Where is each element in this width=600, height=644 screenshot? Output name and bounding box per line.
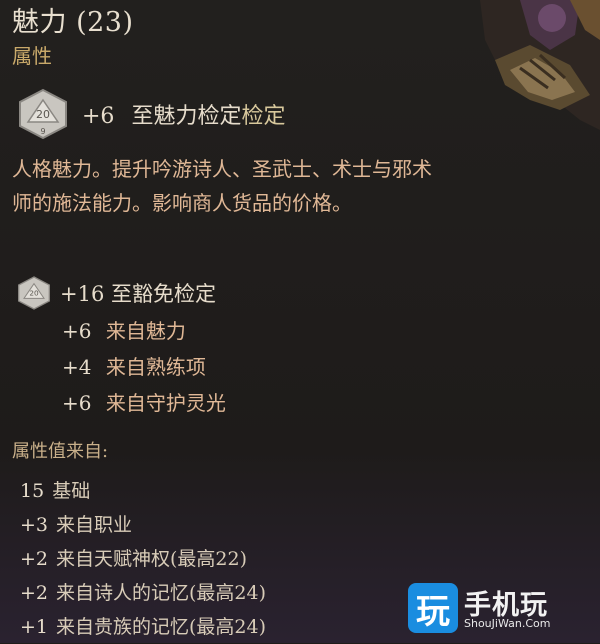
source-value: +2 bbox=[20, 548, 49, 570]
save-die-number: 20 bbox=[29, 289, 39, 298]
ability-check-label: 至魅力检定 bbox=[131, 104, 242, 129]
breakdown-value: +4 bbox=[62, 355, 92, 379]
attribute-type-label: 属性 bbox=[12, 44, 52, 68]
attribute-sources-list: 15 基础 +3 来自职业 +2 来自天赋神权(最高22) +2 来自诗人的记忆(最高2… bbox=[20, 474, 266, 644]
source-item: +1 来自贵族的记忆(最高24) bbox=[20, 610, 266, 644]
source-value: 15 bbox=[20, 480, 45, 502]
saving-throw-breakdown: +6 来自魅力 +4 来自熟练项 +6 来自守护灵光 bbox=[62, 313, 226, 421]
ability-check-row: 20 9 +6 至魅力检定检定 bbox=[16, 88, 285, 140]
ability-check-bonus: +6 bbox=[82, 104, 115, 129]
source-value: +3 bbox=[20, 514, 49, 536]
source-item: +2 来自诗人的记忆(最高24) bbox=[20, 576, 266, 610]
d20-die-icon: 20 9 bbox=[19, 88, 67, 140]
breakdown-item: +6 来自魅力 bbox=[62, 313, 226, 349]
breakdown-source: 来自熟练项 bbox=[105, 355, 206, 379]
breakdown-item: +4 来自熟练项 bbox=[62, 349, 226, 385]
sources-heading: 属性值来自: bbox=[12, 441, 109, 462]
tooltip-panel: 魅力 (23) 属性 20 9 +6 至魅力检定检定 人格魅力。提升吟游诗人、圣… bbox=[0, 0, 600, 643]
source-label: 来自诗人的记忆(最高24) bbox=[56, 582, 267, 604]
character-portrait-art bbox=[480, 0, 600, 130]
ability-check-suffix: 检定 bbox=[241, 104, 286, 129]
breakdown-source: 来自守护灵光 bbox=[105, 391, 226, 415]
saving-throw-row: 20 +16 至豁免检定 bbox=[16, 275, 216, 311]
source-item: 15 基础 bbox=[20, 474, 266, 508]
die-number: 20 bbox=[36, 108, 50, 121]
source-item: +3 来自职业 bbox=[20, 508, 266, 542]
watermark-logo-icon: 玩 bbox=[408, 583, 458, 633]
saving-throw-label: +16 至豁免检定 bbox=[60, 282, 216, 306]
die-subnumber: 9 bbox=[40, 127, 45, 136]
source-value: +1 bbox=[20, 616, 49, 638]
source-value: +2 bbox=[20, 582, 49, 604]
breakdown-item: +6 来自守护灵光 bbox=[62, 385, 226, 421]
breakdown-value: +6 bbox=[62, 319, 92, 343]
source-label: 来自天赋神权(最高22) bbox=[56, 548, 248, 570]
source-label: 来自职业 bbox=[56, 514, 133, 536]
site-watermark: 玩 手机玩 ShouJiWan.Com bbox=[408, 581, 588, 639]
attribute-title: 魅力 (23) bbox=[12, 7, 134, 38]
breakdown-value: +6 bbox=[62, 391, 92, 415]
ability-check-text: +6 至魅力检定检定 bbox=[82, 98, 285, 130]
source-label: 来自贵族的记忆(最高24) bbox=[56, 616, 267, 638]
d20-save-die-icon: 20 bbox=[18, 276, 50, 310]
watermark-url: ShouJiWan.Com bbox=[464, 617, 551, 630]
source-label: 基础 bbox=[52, 480, 91, 502]
breakdown-source: 来自魅力 bbox=[105, 319, 186, 343]
source-item: +2 来自天赋神权(最高22) bbox=[20, 542, 266, 576]
attribute-description: 人格魅力。提升吟游诗人、圣武士、术士与邪术师的施法能力。影响商人货品的价格。 bbox=[12, 157, 432, 215]
